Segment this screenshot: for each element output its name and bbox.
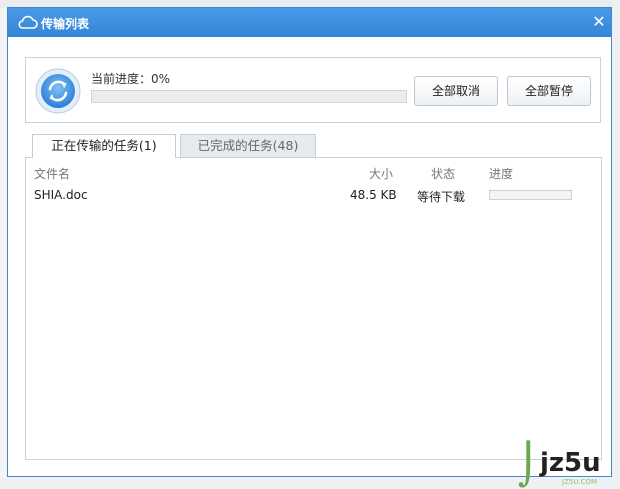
pause-all-button[interactable]: 全部暂停 <box>507 76 591 106</box>
window-title: 传输列表 <box>41 17 90 31</box>
overall-progress-bar <box>91 90 407 103</box>
close-button[interactable]: ✕ <box>589 12 609 32</box>
title-bar: 传输列表 ✕ <box>8 8 611 37</box>
status-cell: 等待下载 <box>417 190 466 204</box>
background-app-edge <box>612 0 620 489</box>
file-name-cell: SHIA.doc <box>34 188 88 202</box>
column-header-status[interactable]: 状态 <box>431 165 455 182</box>
column-header-name[interactable]: 文件名 <box>34 165 70 182</box>
cloud-icon <box>18 15 38 29</box>
column-header-progress[interactable]: 进度 <box>489 165 513 182</box>
tab-completed[interactable]: 已完成的任务(48) <box>180 134 316 157</box>
watermark-logo: ⌡ jz5u JZ5U.COM <box>518 442 610 488</box>
overall-progress-panel: 当前进度：0% 全部取消 全部暂停 <box>25 57 601 123</box>
tab-transferring[interactable]: 正在传输的任务(1) <box>32 134 176 158</box>
cancel-all-button[interactable]: 全部取消 <box>414 76 498 106</box>
transfer-list-dialog: 传输列表 ✕ 当前进度：0% 全部取消 全部暂停 正在传输的任务(1) 已完成的… <box>7 7 612 477</box>
sync-icon <box>35 68 81 114</box>
watermark-sub: JZ5U.COM <box>562 478 598 486</box>
row-progress-bar <box>489 190 572 200</box>
file-size-cell: 48.5 KB <box>350 188 397 202</box>
column-header-size[interactable]: 大小 <box>369 165 393 182</box>
watermark-brand: jz5u <box>540 448 601 478</box>
watermark-mark: ⌡ <box>518 442 539 488</box>
close-icon: ✕ <box>592 12 606 31</box>
current-progress-label: 当前进度：0% <box>91 72 171 86</box>
transfer-task-list: 文件名 大小 状态 进度 SHIA.doc 48.5 KB 等待下载 <box>25 157 602 460</box>
